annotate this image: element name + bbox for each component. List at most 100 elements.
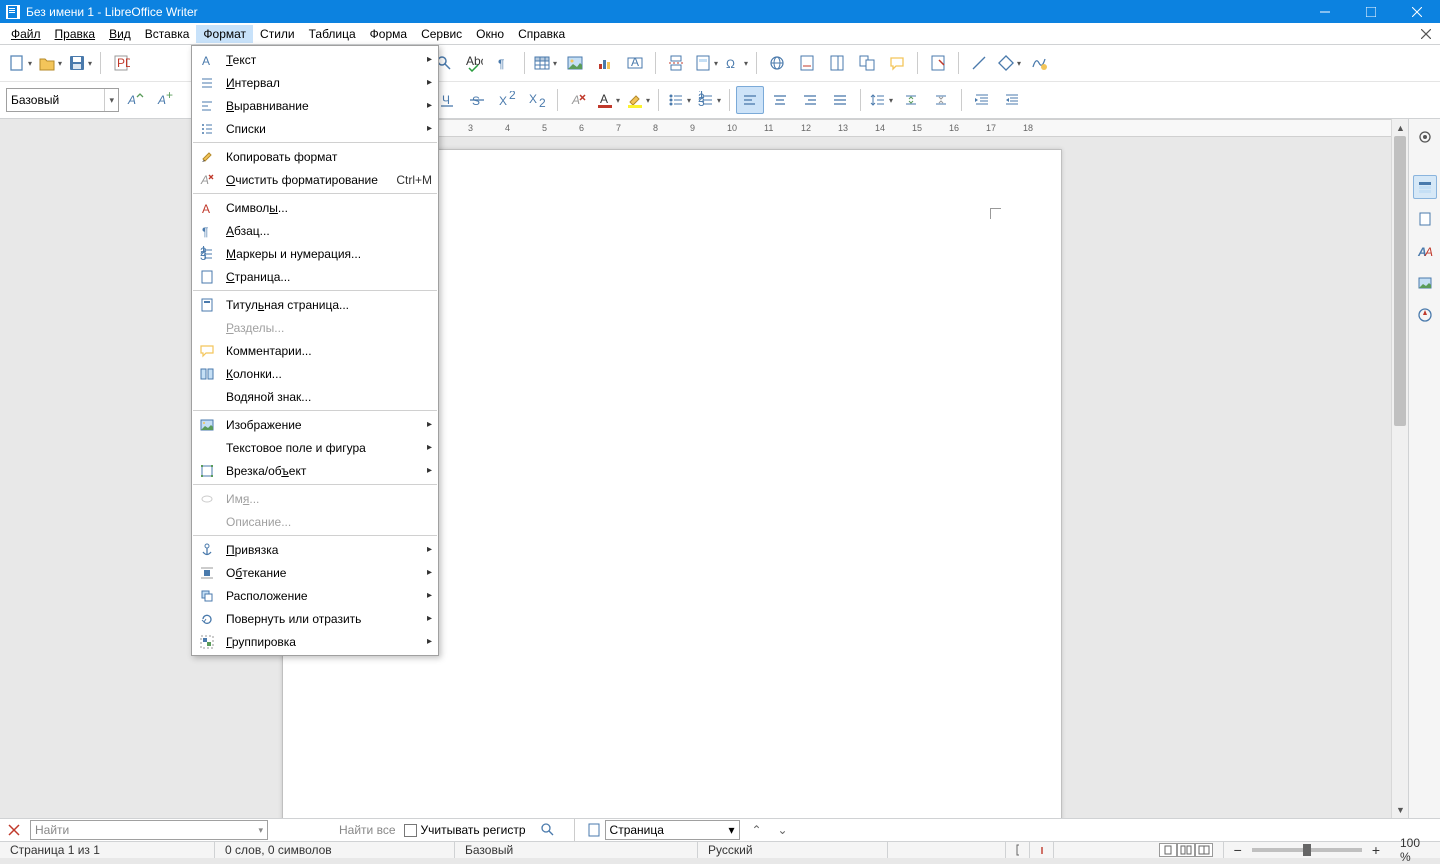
- zoom-in-button[interactable]: +: [1368, 842, 1384, 858]
- subscript-button[interactable]: X2: [523, 86, 551, 114]
- status-page-style[interactable]: Базовый: [455, 842, 698, 858]
- status-word-count[interactable]: 0 слов, 0 символов: [215, 842, 455, 858]
- strikethrough-button[interactable]: S: [463, 86, 491, 114]
- insert-textbox-button[interactable]: A: [621, 49, 649, 77]
- increase-indent-button[interactable]: [968, 86, 996, 114]
- paragraph-style-combo[interactable]: Базовый▾: [6, 88, 119, 112]
- minimize-button[interactable]: [1302, 0, 1348, 23]
- close-button[interactable]: [1394, 0, 1440, 23]
- zoom-out-button[interactable]: −: [1230, 842, 1246, 858]
- save-button[interactable]: [66, 49, 94, 77]
- insert-line-button[interactable]: [965, 49, 993, 77]
- view-book[interactable]: [1195, 843, 1213, 857]
- status-language[interactable]: Русский: [698, 842, 888, 858]
- status-page[interactable]: Страница 1 из 1: [0, 842, 215, 858]
- match-case-checkbox[interactable]: Учитывать регистр: [404, 823, 526, 837]
- decrease-indent-button[interactable]: [998, 86, 1026, 114]
- menu-anchor[interactable]: Привязка▸: [192, 538, 438, 561]
- sidebar-styles-button[interactable]: AA: [1413, 239, 1437, 263]
- find-options-button[interactable]: [534, 816, 562, 844]
- sidebar-navigator-button[interactable]: [1413, 303, 1437, 327]
- menu-table[interactable]: Таблица: [302, 25, 363, 43]
- zoom-slider[interactable]: [1252, 848, 1362, 852]
- menu-title-page[interactable]: Титульная страница...: [192, 293, 438, 316]
- menu-styles[interactable]: Стили: [253, 25, 302, 43]
- menu-comments[interactable]: Комментарии...: [192, 339, 438, 362]
- menu-rotate-flip[interactable]: Повернуть или отразить▸: [192, 607, 438, 630]
- bullet-list-button[interactable]: [665, 86, 693, 114]
- menu-form[interactable]: Форма: [363, 25, 414, 43]
- nav-prev-button[interactable]: ⌃: [748, 821, 766, 839]
- vertical-scrollbar[interactable]: ▲ ▼: [1391, 119, 1408, 818]
- menu-format[interactable]: Формат: [196, 25, 253, 43]
- decrease-spacing-button[interactable]: [927, 86, 955, 114]
- menu-align[interactable]: Выравнивание▸: [192, 94, 438, 117]
- menu-lists[interactable]: Списки▸: [192, 117, 438, 140]
- new-button[interactable]: [6, 49, 34, 77]
- insert-chart-button[interactable]: [591, 49, 619, 77]
- clear-formatting-button[interactable]: A: [564, 86, 592, 114]
- scroll-thumb[interactable]: [1394, 136, 1406, 426]
- scroll-down-button[interactable]: ▼: [1392, 801, 1409, 818]
- increase-spacing-button[interactable]: [897, 86, 925, 114]
- track-changes-button[interactable]: [924, 49, 952, 77]
- align-center-button[interactable]: [766, 86, 794, 114]
- horizontal-ruler[interactable]: 3 4 5 6 7 8 9 10 11 12 13 14 15 16 17 18: [282, 119, 1408, 137]
- spellcheck-button[interactable]: Abc: [460, 49, 488, 77]
- menu-bullets-numbering[interactable]: 123Маркеры и нумерация...: [192, 242, 438, 265]
- draw-functions-button[interactable]: [1025, 49, 1053, 77]
- menu-page[interactable]: Страница...: [192, 265, 438, 288]
- menu-window[interactable]: Окно: [469, 25, 511, 43]
- status-selection-mode[interactable]: [1006, 842, 1030, 858]
- menu-image[interactable]: Изображение▸: [192, 413, 438, 436]
- menu-spacing[interactable]: Интервал▸: [192, 71, 438, 94]
- status-signature[interactable]: [1030, 842, 1054, 858]
- nav-next-button[interactable]: ⌄: [774, 821, 792, 839]
- status-insert-mode[interactable]: [982, 842, 1006, 858]
- menu-insert[interactable]: Вставка: [138, 25, 197, 43]
- open-button[interactable]: [36, 49, 64, 77]
- superscript-button[interactable]: X2: [493, 86, 521, 114]
- menu-arrange[interactable]: Расположение▸: [192, 584, 438, 607]
- menu-tools[interactable]: Сервис: [414, 25, 469, 43]
- menu-text[interactable]: AТекст▸: [192, 48, 438, 71]
- zoom-percent[interactable]: 100 %: [1390, 842, 1440, 858]
- insert-special-char-button[interactable]: Ω: [722, 49, 750, 77]
- update-style-button[interactable]: A: [121, 86, 149, 114]
- menu-file[interactable]: Файл: [4, 25, 48, 43]
- menu-help[interactable]: Справка: [511, 25, 572, 43]
- insert-crossref-button[interactable]: [853, 49, 881, 77]
- doc-close-button[interactable]: [1418, 26, 1434, 42]
- line-spacing-button[interactable]: [867, 86, 895, 114]
- maximize-button[interactable]: [1348, 0, 1394, 23]
- basic-shapes-button[interactable]: [995, 49, 1023, 77]
- menu-view[interactable]: Вид: [102, 25, 138, 43]
- insert-comment-button[interactable]: [883, 49, 911, 77]
- insert-hyperlink-button[interactable]: [763, 49, 791, 77]
- insert-table-button[interactable]: [531, 49, 559, 77]
- menu-columns[interactable]: Колонки...: [192, 362, 438, 385]
- formatting-marks-button[interactable]: ¶: [490, 49, 518, 77]
- find-all-button[interactable]: Найти все: [339, 823, 396, 837]
- new-style-button[interactable]: A+: [151, 86, 179, 114]
- menu-character[interactable]: AСимволы...: [192, 196, 438, 219]
- find-close-button[interactable]: [6, 822, 22, 838]
- scroll-up-button[interactable]: ▲: [1392, 119, 1409, 136]
- sidebar-settings-button[interactable]: [1413, 125, 1437, 149]
- menu-group[interactable]: Группировка▸: [192, 630, 438, 653]
- find-input[interactable]: Найти▾: [30, 820, 268, 840]
- align-justify-button[interactable]: [826, 86, 854, 114]
- sidebar-properties-button[interactable]: [1413, 175, 1437, 199]
- menu-watermark[interactable]: Водяной знак...: [192, 385, 438, 408]
- insert-field-button[interactable]: [692, 49, 720, 77]
- sidebar-gallery-button[interactable]: [1413, 271, 1437, 295]
- insert-image-button[interactable]: [561, 49, 589, 77]
- navigate-by-combo[interactable]: Страница▾: [605, 820, 740, 840]
- font-color-button[interactable]: A: [594, 86, 622, 114]
- view-multi-page[interactable]: [1177, 843, 1195, 857]
- menu-frame-object[interactable]: Врезка/объект▸: [192, 459, 438, 482]
- sidebar-page-button[interactable]: [1413, 207, 1437, 231]
- menu-clone-formatting[interactable]: Копировать формат: [192, 145, 438, 168]
- export-pdf-button[interactable]: PDF: [107, 49, 135, 77]
- menu-paragraph[interactable]: ¶Абзац...: [192, 219, 438, 242]
